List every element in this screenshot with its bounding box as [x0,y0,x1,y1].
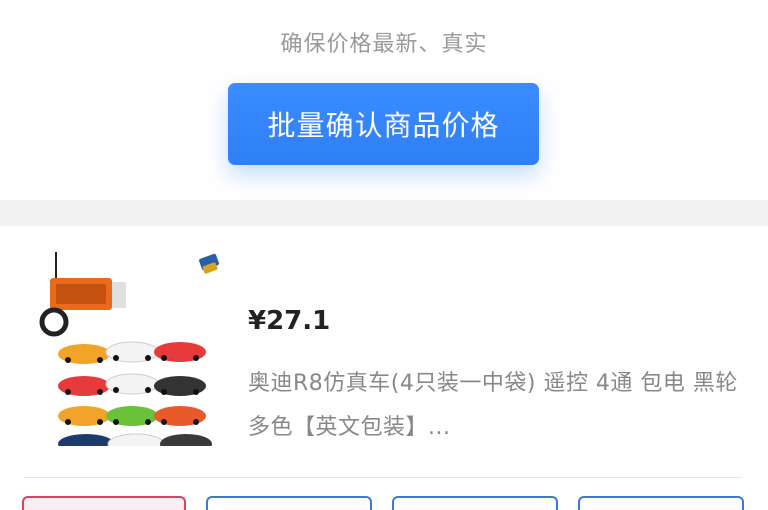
corner-badge-icon [199,253,219,274]
price-confirm-section: 确保价格最新、真实 批量确认商品价格 [0,0,768,200]
option-tile[interactable] [578,496,744,510]
product-image[interactable] [28,246,228,455]
section-subtitle: 确保价格最新、真实 [280,32,488,57]
option-tile[interactable] [206,496,372,510]
batch-confirm-price-button[interactable]: 批量确认商品价格 [228,83,539,165]
option-tile-selected[interactable] [22,496,186,510]
product-title[interactable]: 奥迪R8仿真车(4只装一中袋) 遥控 4通 包电 黑轮 多色【英文包装】... [248,362,738,450]
section-divider [0,200,768,226]
toy-cars-illustration [39,252,219,455]
card-divider [24,477,742,478]
option-tile[interactable] [392,496,558,510]
product-price: ¥27.1 [248,306,331,336]
product-card[interactable]: ¥27.1 奥迪R8仿真车(4只装一中袋) 遥控 4通 包电 黑轮 多色【英文包… [0,226,768,510]
